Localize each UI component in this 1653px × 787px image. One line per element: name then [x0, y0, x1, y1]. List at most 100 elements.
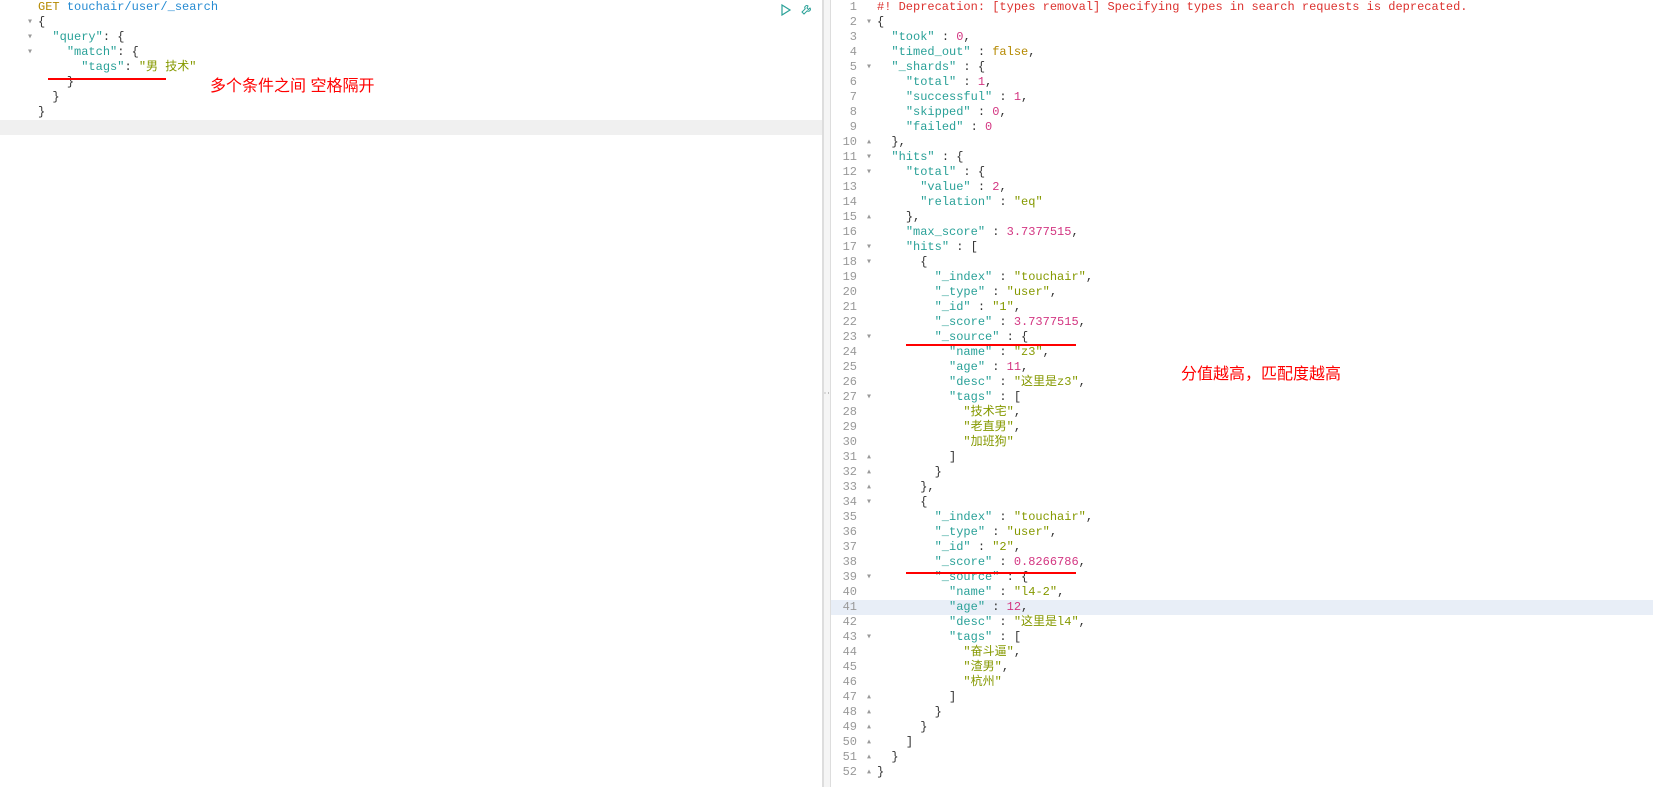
- response-line[interactable]: 21 "_id" : "1",: [831, 300, 1653, 315]
- request-editor-pane[interactable]: GET touchair/user/_search▾{▾ "query": {▾…: [0, 0, 823, 787]
- line-number: 14: [831, 195, 863, 210]
- response-line[interactable]: 38 "_score" : 0.8266786,: [831, 555, 1653, 570]
- response-line[interactable]: 16 "max_score" : 3.7377515,: [831, 225, 1653, 240]
- fold-toggle[interactable]: ▾: [863, 60, 875, 75]
- fold-toggle[interactable]: ▾: [863, 570, 875, 585]
- response-line[interactable]: 18▾ {: [831, 255, 1653, 270]
- request-line[interactable]: ▾ "match": {: [0, 45, 822, 60]
- request-line[interactable]: }: [0, 75, 822, 90]
- fold-toggle[interactable]: ▴: [863, 750, 875, 765]
- response-line[interactable]: 10▴ },: [831, 135, 1653, 150]
- code-content: "tags" : [: [875, 390, 1653, 405]
- pane-splitter[interactable]: ⋮: [823, 0, 831, 787]
- response-code-area[interactable]: 1#! Deprecation: [types removal] Specify…: [831, 0, 1653, 780]
- fold-toggle[interactable]: ▴: [863, 720, 875, 735]
- response-line[interactable]: 39▾ "_source" : {: [831, 570, 1653, 585]
- response-line[interactable]: 7 "successful" : 1,: [831, 90, 1653, 105]
- fold-toggle[interactable]: ▴: [863, 765, 875, 780]
- response-line[interactable]: 50▴ ]: [831, 735, 1653, 750]
- response-line[interactable]: 32▴ }: [831, 465, 1653, 480]
- fold-toggle[interactable]: ▾: [863, 150, 875, 165]
- code-content: ]: [875, 735, 1653, 750]
- code-content: {: [875, 495, 1653, 510]
- fold-toggle[interactable]: ▴: [863, 735, 875, 750]
- response-line[interactable]: 6 "total" : 1,: [831, 75, 1653, 90]
- response-line[interactable]: 22 "_score" : 3.7377515,: [831, 315, 1653, 330]
- code-content: "_id" : "1",: [875, 300, 1653, 315]
- response-viewer-pane[interactable]: 1#! Deprecation: [types removal] Specify…: [831, 0, 1653, 787]
- line-number: 4: [831, 45, 863, 60]
- response-line[interactable]: 23▾ "_source" : {: [831, 330, 1653, 345]
- fold-toggle[interactable]: ▴: [863, 450, 875, 465]
- fold-toggle[interactable]: ▾: [863, 15, 875, 30]
- fold-toggle[interactable]: ▾: [863, 255, 875, 270]
- response-line[interactable]: 51▴ }: [831, 750, 1653, 765]
- response-line[interactable]: 36 "_type" : "user",: [831, 525, 1653, 540]
- request-line[interactable]: GET touchair/user/_search: [0, 0, 822, 15]
- response-line[interactable]: 48▴ }: [831, 705, 1653, 720]
- fold-toggle[interactable]: ▾: [24, 45, 36, 60]
- response-line[interactable]: 12▾ "total" : {: [831, 165, 1653, 180]
- response-line[interactable]: 44 "奋斗逼",: [831, 645, 1653, 660]
- response-line[interactable]: 35 "_index" : "touchair",: [831, 510, 1653, 525]
- fold-toggle[interactable]: ▾: [863, 495, 875, 510]
- response-line[interactable]: 37 "_id" : "2",: [831, 540, 1653, 555]
- response-line[interactable]: 15▴ },: [831, 210, 1653, 225]
- request-line[interactable]: ▾{: [0, 15, 822, 30]
- response-line[interactable]: 14 "relation" : "eq": [831, 195, 1653, 210]
- response-line[interactable]: 5▾ "_shards" : {: [831, 60, 1653, 75]
- request-line[interactable]: ▾ "query": {: [0, 30, 822, 45]
- response-line[interactable]: 30 "加班狗": [831, 435, 1653, 450]
- request-code-area[interactable]: GET touchair/user/_search▾{▾ "query": {▾…: [0, 0, 822, 135]
- response-line[interactable]: 43▾ "tags" : [: [831, 630, 1653, 645]
- response-line[interactable]: 49▴ }: [831, 720, 1653, 735]
- response-line[interactable]: 27▾ "tags" : [: [831, 390, 1653, 405]
- response-line[interactable]: 42 "desc" : "这里是l4",: [831, 615, 1653, 630]
- request-line[interactable]: }: [0, 105, 822, 120]
- fold-toggle[interactable]: ▴: [863, 135, 875, 150]
- request-line[interactable]: }: [0, 90, 822, 105]
- response-line[interactable]: 26 "desc" : "这里是z3",: [831, 375, 1653, 390]
- fold-toggle[interactable]: ▾: [24, 15, 36, 30]
- fold-toggle[interactable]: ▾: [863, 630, 875, 645]
- response-line[interactable]: 28 "技术宅",: [831, 405, 1653, 420]
- response-line[interactable]: 9 "failed" : 0: [831, 120, 1653, 135]
- response-line[interactable]: 17▾ "hits" : [: [831, 240, 1653, 255]
- response-line[interactable]: 19 "_index" : "touchair",: [831, 270, 1653, 285]
- code-content: "奋斗逼",: [875, 645, 1653, 660]
- response-line[interactable]: 2▾{: [831, 15, 1653, 30]
- response-line[interactable]: 4 "timed_out" : false,: [831, 45, 1653, 60]
- response-line[interactable]: 47▴ ]: [831, 690, 1653, 705]
- response-line[interactable]: 52▴}: [831, 765, 1653, 780]
- response-line[interactable]: 41 "age" : 12,: [831, 600, 1653, 615]
- response-line[interactable]: 8 "skipped" : 0,: [831, 105, 1653, 120]
- run-query-icon[interactable]: [778, 2, 794, 18]
- response-line[interactable]: 45 "渣男",: [831, 660, 1653, 675]
- response-line[interactable]: 25 "age" : 11,: [831, 360, 1653, 375]
- fold-toggle[interactable]: ▴: [863, 210, 875, 225]
- fold-toggle[interactable]: ▾: [863, 330, 875, 345]
- request-line[interactable]: [0, 120, 822, 135]
- response-line[interactable]: 24 "name" : "z3",: [831, 345, 1653, 360]
- fold-toggle[interactable]: ▾: [863, 390, 875, 405]
- fold-toggle[interactable]: ▾: [24, 30, 36, 45]
- response-line[interactable]: 46 "杭州": [831, 675, 1653, 690]
- response-line[interactable]: 29 "老直男",: [831, 420, 1653, 435]
- request-line[interactable]: "tags": "男 技术": [0, 60, 822, 75]
- fold-toggle[interactable]: ▴: [863, 480, 875, 495]
- fold-toggle[interactable]: ▴: [863, 465, 875, 480]
- response-line[interactable]: 3 "took" : 0,: [831, 30, 1653, 45]
- fold-toggle[interactable]: ▴: [863, 705, 875, 720]
- response-line[interactable]: 31▴ ]: [831, 450, 1653, 465]
- response-line[interactable]: 34▾ {: [831, 495, 1653, 510]
- response-line[interactable]: 11▾ "hits" : {: [831, 150, 1653, 165]
- fold-toggle[interactable]: ▾: [863, 165, 875, 180]
- wrench-icon[interactable]: [798, 2, 814, 18]
- response-line[interactable]: 33▴ },: [831, 480, 1653, 495]
- fold-toggle[interactable]: ▾: [863, 240, 875, 255]
- response-line[interactable]: 1#! Deprecation: [types removal] Specify…: [831, 0, 1653, 15]
- response-line[interactable]: 40 "name" : "l4-2",: [831, 585, 1653, 600]
- fold-toggle[interactable]: ▴: [863, 690, 875, 705]
- response-line[interactable]: 20 "_type" : "user",: [831, 285, 1653, 300]
- response-line[interactable]: 13 "value" : 2,: [831, 180, 1653, 195]
